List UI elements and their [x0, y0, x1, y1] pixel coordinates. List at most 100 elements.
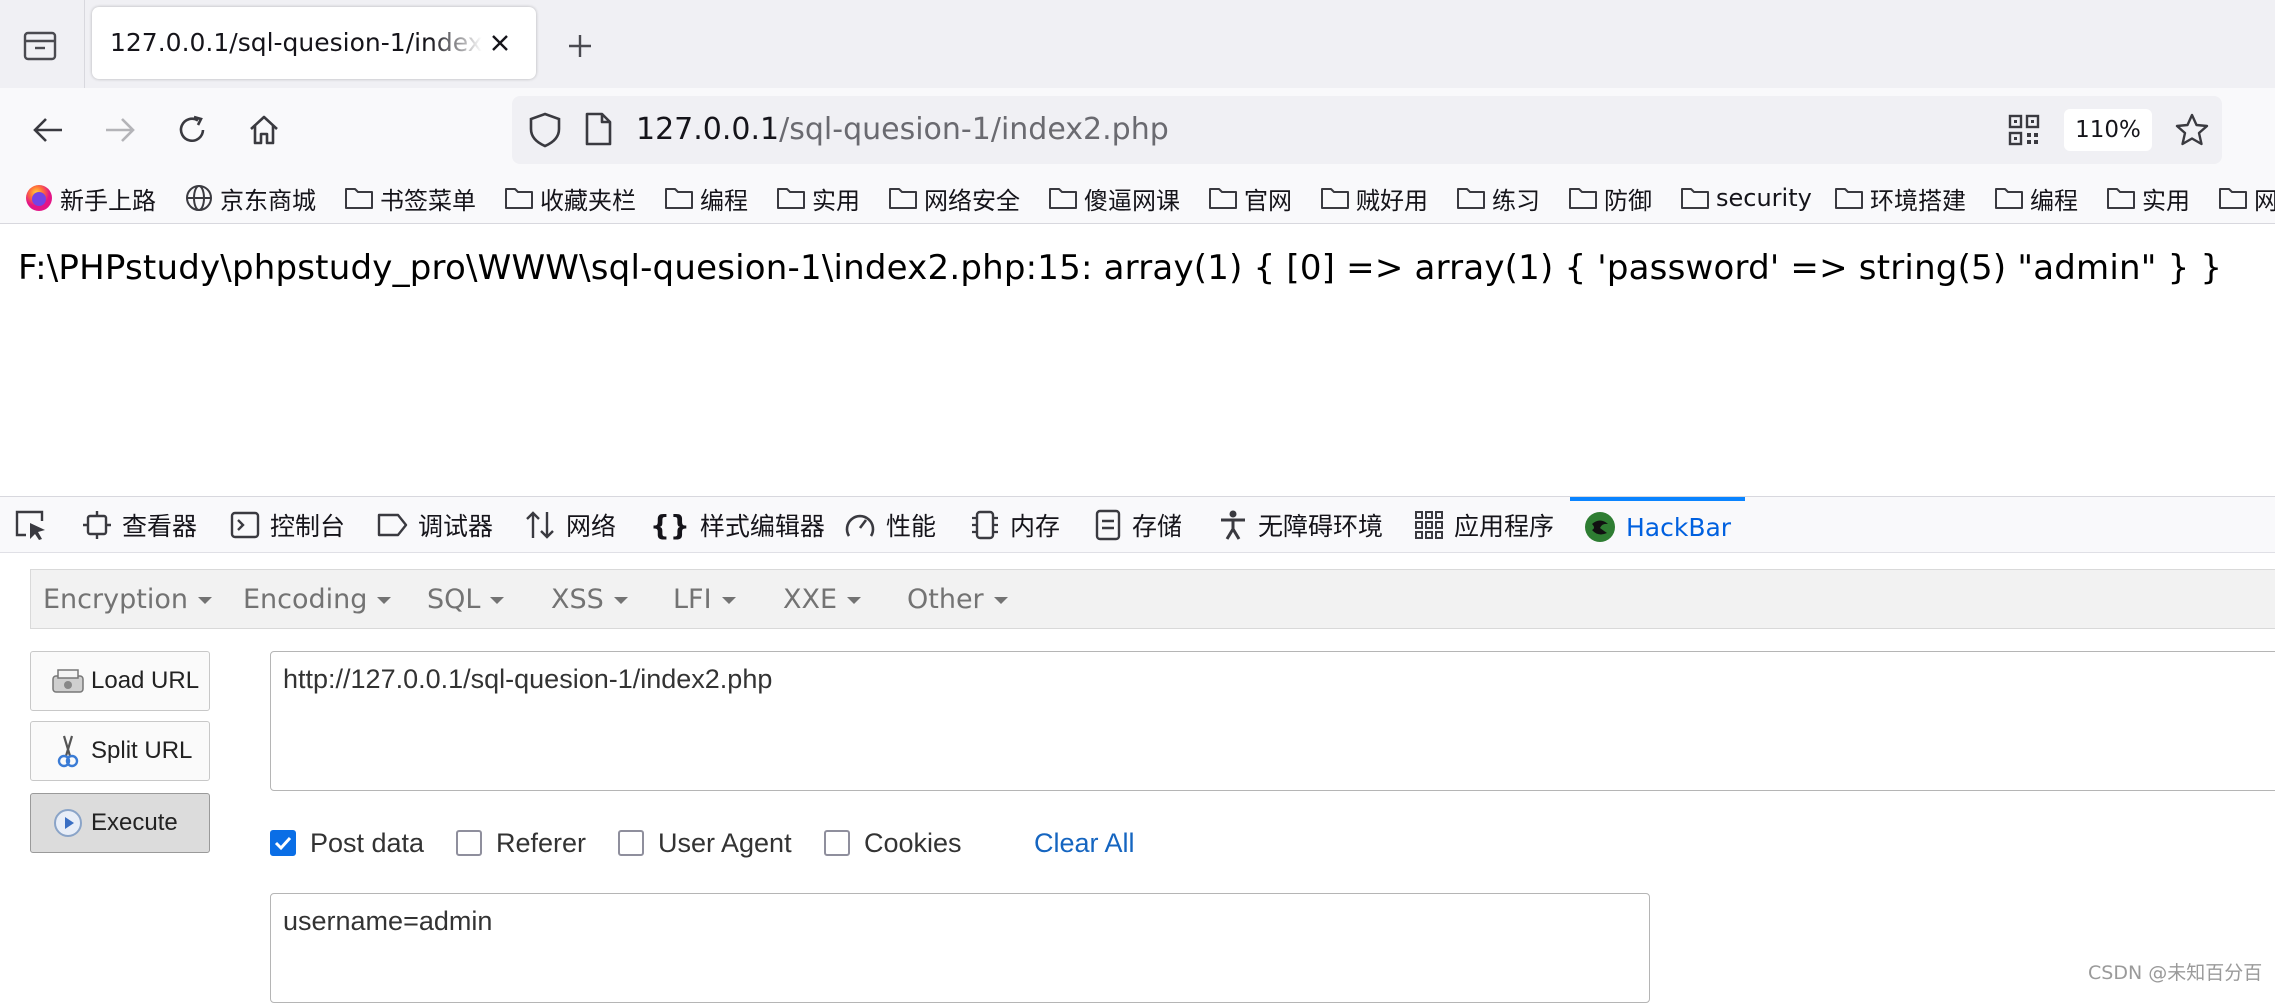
folder-icon	[2107, 188, 2135, 209]
url-text[interactable]: 127.0.0.1/sql-quesion-1/index2.php	[636, 111, 1169, 149]
folder-icon	[1209, 188, 1237, 209]
bookmark-folder[interactable]: 傻逼网课	[1048, 172, 1180, 224]
tab-console[interactable]: 控制台	[230, 497, 345, 553]
inspector-icon	[83, 511, 111, 539]
shield-icon[interactable]	[528, 112, 564, 148]
folder-icon	[345, 188, 373, 209]
performance-icon	[845, 514, 875, 537]
new-tab-plus-icon[interactable]	[560, 26, 600, 66]
checkbox-unchecked[interactable]	[824, 830, 850, 856]
bookmark-folder[interactable]: 编程	[1994, 172, 2078, 224]
menu-encoding[interactable]: Encoding	[243, 570, 392, 628]
devtools-tab-label: 样式编辑器	[699, 512, 825, 541]
bookmark-label: 环境搭建	[1870, 186, 1966, 215]
bookmark-label: security	[1716, 184, 1812, 212]
home-icon[interactable]	[240, 106, 288, 154]
tab-strip: 127.0.0.1/sql-quesion-1/index2.php	[0, 0, 2275, 88]
execute-label: Execute	[91, 809, 178, 836]
bookmark-folder[interactable]: security	[1680, 172, 1812, 224]
caret-down-icon	[490, 597, 505, 604]
bookmark-folder[interactable]: 网	[2218, 172, 2275, 224]
tab-memory[interactable]: 内存	[970, 497, 1060, 553]
checkbox-checked[interactable]	[270, 830, 296, 856]
tab-application[interactable]: 应用程序	[1414, 497, 1554, 553]
bookmark-item[interactable]: 京东商城	[184, 172, 316, 224]
execute-button[interactable]: Execute	[30, 793, 210, 853]
zoom-level-badge[interactable]: 110%	[2064, 109, 2152, 151]
console-icon	[230, 511, 260, 539]
bookmark-folder[interactable]: 贼好用	[1320, 172, 1428, 224]
bookmark-folder[interactable]: 实用	[2106, 172, 2190, 224]
devtools-tab-label: 无障碍环境	[1258, 512, 1384, 541]
bookmark-item[interactable]: 新手上路	[24, 172, 156, 224]
folder-icon	[1681, 188, 1709, 209]
debugger-icon	[377, 513, 408, 537]
qr-code-icon[interactable]	[2008, 114, 2040, 146]
back-arrow-icon[interactable]	[24, 106, 72, 154]
style-editor-icon: {}	[650, 508, 690, 542]
bookmark-folder[interactable]: 收藏夹栏	[504, 172, 636, 224]
tab-accessibility[interactable]: 无障碍环境	[1218, 497, 1383, 553]
tab-inspector[interactable]: 查看器	[82, 497, 197, 553]
bookmark-folder[interactable]: 编程	[664, 172, 748, 224]
menu-label: XXE	[783, 583, 838, 615]
menu-lfi[interactable]: LFI	[673, 570, 736, 628]
bookmark-label: 实用	[2142, 186, 2190, 215]
url-textarea[interactable]: http://127.0.0.1/sql-quesion-1/index2.ph…	[270, 651, 2275, 791]
tab-hackbar[interactable]: HackBar	[1570, 497, 1746, 553]
browser-tab[interactable]: 127.0.0.1/sql-quesion-1/index2.php	[92, 7, 536, 79]
bookmark-label: 网	[2254, 186, 2275, 215]
forward-arrow-icon[interactable]	[96, 106, 144, 154]
bookmark-label: 京东商城	[220, 186, 316, 215]
tab-list-icon[interactable]	[18, 26, 62, 66]
address-bar[interactable]: 127.0.0.1/sql-quesion-1/index2.php 110%	[512, 96, 2222, 164]
post-data-checkbox[interactable]: Post data	[270, 825, 424, 861]
menu-encryption[interactable]: Encryption	[43, 570, 212, 628]
menu-other[interactable]: Other	[907, 570, 1008, 628]
hackbar-menubar: Encryption Encoding SQL XSS LFI XXE Othe…	[30, 569, 2275, 629]
bookmark-label: 防御	[1604, 186, 1652, 215]
menu-sql[interactable]: SQL	[427, 570, 505, 628]
tab-network[interactable]: 网络	[524, 497, 616, 553]
watermark: CSDN @未知百分百	[2088, 962, 2263, 984]
bookmark-star-icon[interactable]	[2174, 112, 2210, 148]
folder-icon	[2219, 188, 2247, 209]
cookies-checkbox[interactable]: Cookies	[824, 825, 962, 861]
bookmark-folder[interactable]: 练习	[1456, 172, 1540, 224]
bookmark-folder[interactable]: 实用	[776, 172, 860, 224]
load-url-button[interactable]: Load URL	[30, 651, 210, 711]
option-label: Post data	[310, 827, 425, 858]
referer-checkbox[interactable]: Referer	[456, 825, 586, 861]
php-var-dump-output: F:\PHPstudy\phpstudy_pro\WWW\sql-quesion…	[18, 248, 2223, 288]
folder-icon	[1995, 188, 2023, 209]
bookmark-folder[interactable]: 网络安全	[888, 172, 1020, 224]
menu-xss[interactable]: XSS	[551, 570, 628, 628]
post-data-textarea[interactable]: username=admin	[270, 893, 1650, 1003]
page-info-icon[interactable]	[584, 112, 614, 148]
devtools-panel: 查看器 控制台 调试器 网络 {} 样式编辑器 性能 内存 存储 无障碍环境 应…	[0, 496, 2275, 1003]
reload-icon[interactable]	[168, 106, 216, 154]
bookmark-folder[interactable]: 书签菜单	[344, 172, 476, 224]
bookmark-folder[interactable]: 环境搭建	[1834, 172, 1966, 224]
checkbox-unchecked[interactable]	[618, 830, 644, 856]
checkbox-unchecked[interactable]	[456, 830, 482, 856]
clear-all-link[interactable]: Clear All	[1034, 825, 1135, 861]
user-agent-checkbox[interactable]: User Agent	[618, 825, 792, 861]
devtools-tab-label: HackBar	[1626, 512, 1732, 542]
split-url-button[interactable]: Split URL	[30, 721, 210, 781]
tab-debugger[interactable]: 调试器	[376, 497, 493, 553]
folder-icon	[1321, 188, 1349, 209]
devtools-tab-label: 查看器	[122, 512, 198, 541]
close-tab-icon[interactable]	[482, 25, 518, 61]
tab-performance[interactable]: 性能	[844, 497, 936, 553]
bookmarks-toolbar: 新手上路 京东商城 书签菜单 收藏夹栏 编程 实用 网络安全 傻逼网课 官网 贼…	[0, 172, 2275, 224]
menu-xxe[interactable]: XXE	[783, 570, 862, 628]
bookmark-label: 练习	[1492, 186, 1540, 215]
tab-style-editor[interactable]: {} 样式编辑器	[650, 497, 825, 553]
folder-icon	[1457, 188, 1485, 209]
bookmark-folder[interactable]: 官网	[1208, 172, 1292, 224]
url-host: 127.0.0.1	[636, 112, 780, 147]
tab-storage[interactable]: 存储	[1094, 497, 1182, 553]
bookmark-folder[interactable]: 防御	[1568, 172, 1652, 224]
element-picker-icon[interactable]	[14, 497, 58, 553]
